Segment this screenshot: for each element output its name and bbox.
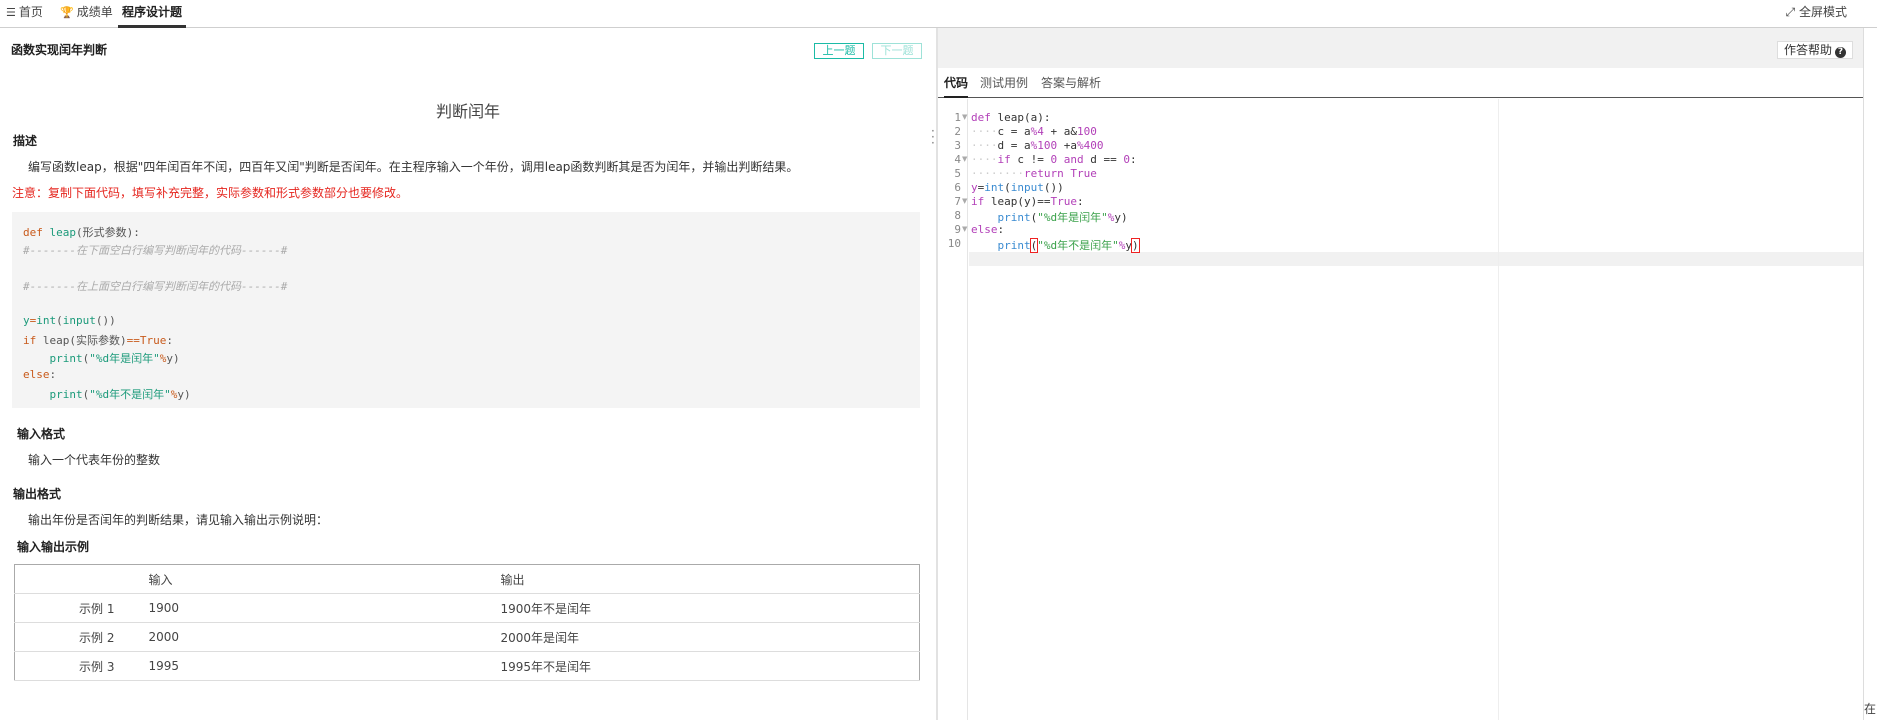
examples-table: 输入 输出 示例 1 1900 1900年不是闰年 示例 2 2000 2000…: [14, 564, 920, 681]
table-header-cell: 输出: [500, 564, 920, 594]
editor-line-4: ····if c != 0 and d == 0:: [971, 153, 1137, 166]
input-text: 输入一个代表年份的整数: [28, 453, 161, 467]
examples-heading: 输入输出示例: [17, 540, 90, 554]
desc-text: 编写函数leap，根据"四年闰百年不闰，四百年又闰"判断是否闰年。在主程序输入一…: [28, 160, 799, 174]
tab-answer-analysis[interactable]: 答案与解析: [1041, 68, 1101, 98]
table-row: 示例 2 2000 2000年是闰年: [14, 622, 920, 652]
line-number-gutter: 1 2 3 4 5 6 7 8 9 10 ▼ ▼ ▼ ▼: [938, 99, 968, 720]
line-number: 7: [954, 195, 961, 208]
line-number: 6: [954, 181, 961, 194]
prev-question-button[interactable]: 上一题: [814, 43, 864, 59]
table-header-row: 输入 输出: [14, 564, 920, 594]
line-number: 10: [947, 237, 961, 250]
fold-arrow-icon[interactable]: ▼: [962, 113, 967, 121]
line-number: 4: [954, 153, 961, 166]
table-cell: 示例 1: [14, 593, 149, 623]
table-header-cell: [14, 564, 149, 594]
code-line-1: def leap(形式参数):: [23, 226, 140, 239]
output-text: 输出年份是否闰年的判断结果，请见输入输出示例说明：: [28, 513, 329, 527]
code-line-9: else:: [23, 368, 57, 381]
next-question-button[interactable]: 下一题: [872, 43, 922, 59]
fold-arrow-icon[interactable]: ▼: [962, 225, 967, 233]
fullscreen-button[interactable]: ⤢ 全屏模式: [1786, 0, 1847, 24]
expand-icon: ⤢: [1785, 5, 1796, 19]
tab-code[interactable]: 代码: [944, 68, 969, 98]
corner-label: 在: [1864, 702, 1877, 716]
line-number: 9: [954, 223, 961, 236]
table-row: 示例 3 1995 1995年不是闰年: [14, 651, 920, 681]
editor-line-5: ········return True: [971, 167, 1097, 180]
table-cell: 示例 3: [14, 651, 149, 681]
problem-pane: 函数实现闰年判断 上一题 下一题 判断闰年 描述 编写函数leap，根据"四年闰…: [0, 28, 936, 720]
current-line-highlight: [969, 252, 1863, 266]
code-line-7: if leap(实际参数)==True:: [23, 334, 173, 347]
vertical-scrollbar[interactable]: [1863, 28, 1877, 720]
help-button[interactable]: 作答帮助?: [1776, 41, 1853, 59]
table-header-cell: 输入: [148, 564, 501, 594]
code-line-10: print("%d年不是闰年"%y): [49, 388, 191, 401]
table-cell: 1900年不是闰年: [500, 593, 920, 623]
problem-header-title: 函数实现闰年判断: [11, 43, 108, 57]
line-number: 3: [954, 139, 961, 152]
code-line-6: y=int(input()): [23, 314, 116, 327]
trophy-icon: 🏆: [60, 6, 74, 19]
table-cell: 示例 2: [14, 622, 149, 652]
tab-programming[interactable]: 程序设计题: [118, 0, 187, 28]
table-row: 示例 1 1900 1900年不是闰年: [14, 593, 920, 623]
line-number: 2: [954, 125, 961, 138]
code-line-2: #-------在下面空白行编写判断闰年的代码------#: [23, 244, 288, 257]
table-cell: 1995: [148, 651, 501, 681]
editor-line-1: def leap(a):: [971, 111, 1051, 124]
editor-header: 作答帮助?: [938, 28, 1863, 68]
top-tab-bar: ☰ 首页 🏆 成绩单 程序设计题 ⤢ 全屏模式: [0, 0, 1877, 28]
input-heading: 输入格式: [17, 427, 66, 441]
editor-line-3: ····d = a%100 +a%400: [971, 139, 1104, 152]
question-icon: ?: [1835, 47, 1846, 58]
problem-title: 判断闰年: [435, 102, 500, 121]
list-icon: ☰: [6, 6, 16, 19]
editor-tabs: 代码 测试用例 答案与解析: [938, 68, 1863, 98]
editor-line-9: else:: [971, 223, 1005, 236]
tab-home[interactable]: ☰ 首页: [6, 0, 43, 28]
drag-handle-icon[interactable]: · · ·: [931, 125, 935, 149]
warning-text: 注意：复制下面代码，填写补充完整，实际参数和形式参数部分也要修改。: [12, 186, 409, 200]
editor-line-10: print("%d年不是闰年"%y): [997, 238, 1140, 253]
output-heading: 输出格式: [13, 487, 62, 501]
line-number: 5: [954, 167, 961, 180]
line-number: 8: [954, 209, 961, 222]
tab-test-cases[interactable]: 测试用例: [980, 68, 1028, 98]
table-cell: 2000年是闰年: [500, 622, 920, 652]
code-template-block: def leap(形式参数): #-------在下面空白行编写判断闰年的代码-…: [12, 212, 920, 408]
fold-arrow-icon[interactable]: ▼: [962, 155, 967, 163]
table-cell: 2000: [148, 622, 501, 652]
code-editor[interactable]: 1 2 3 4 5 6 7 8 9 10 ▼ ▼ ▼ ▼ def leap(a)…: [938, 99, 1863, 720]
desc-heading: 描述: [13, 134, 38, 148]
editor-line-7: if leap(y)==True:: [971, 195, 1084, 208]
line-number: 1: [954, 111, 961, 124]
tab-grades[interactable]: 🏆 成绩单: [60, 0, 113, 28]
code-line-8: print("%d年是闰年"%y): [49, 352, 180, 365]
code-line-4: #-------在上面空白行编写判断闰年的代码------#: [23, 280, 288, 293]
table-cell: 1995年不是闰年: [500, 651, 920, 681]
editor-line-6: y=int(input()): [971, 181, 1064, 194]
editor-line-2: ····c = a%4 + a&100: [971, 125, 1097, 138]
editor-pane: 作答帮助? 代码 测试用例 答案与解析 1 2 3 4 5 6 7 8 9 10…: [938, 28, 1863, 720]
fold-arrow-icon[interactable]: ▼: [962, 197, 967, 205]
table-cell: 1900: [148, 593, 501, 623]
print-margin: [1498, 99, 1499, 720]
